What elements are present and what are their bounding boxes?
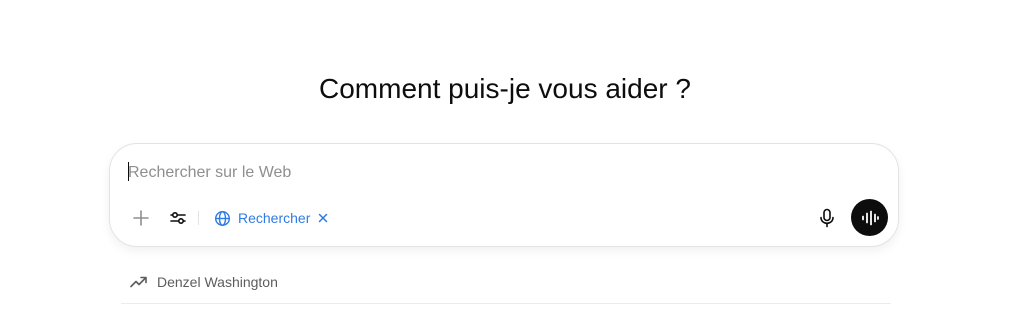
close-icon	[319, 213, 328, 223]
remove-search-pill-button[interactable]	[318, 213, 328, 223]
dictate-button[interactable]	[813, 204, 841, 232]
composer: Rechercher	[109, 143, 899, 247]
voice-waveform-icon	[861, 210, 879, 225]
suggestion-divider	[121, 303, 891, 304]
tools-button[interactable]	[164, 204, 192, 232]
suggestion-label: Denzel Washington	[157, 274, 278, 290]
sliders-icon	[170, 211, 186, 225]
text-caret	[128, 162, 129, 181]
suggestion-item[interactable]: Denzel Washington	[121, 266, 891, 298]
page-heading: Comment puis-je vous aider ?	[319, 73, 691, 104]
globe-icon	[214, 210, 231, 226]
add-button[interactable]	[127, 204, 155, 232]
toolbar-divider	[198, 211, 199, 225]
voice-mode-button[interactable]	[851, 199, 888, 236]
search-input[interactable]	[128, 160, 828, 186]
search-pill-label: Rechercher	[238, 210, 311, 226]
plus-icon	[133, 210, 149, 226]
trending-up-icon	[130, 276, 147, 288]
page: Comment puis-je vous aider ? Rechercher	[0, 0, 1024, 313]
search-pill[interactable]: Rechercher	[214, 204, 328, 232]
microphone-icon	[820, 208, 834, 228]
